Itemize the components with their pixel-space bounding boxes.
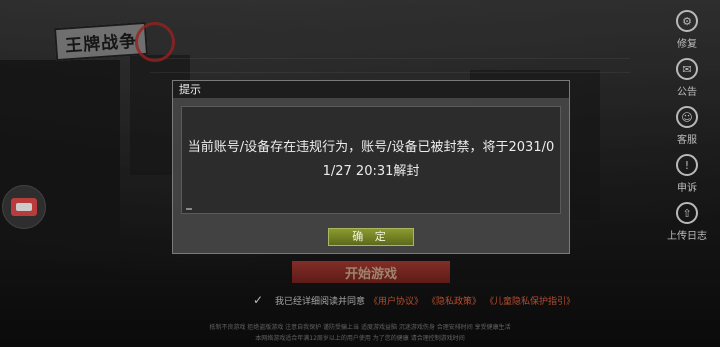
scroll-indicator [186, 208, 192, 210]
dialog-message: 当前账号/设备存在违规行为，账号/设备已被封禁，将于2031/01/27 20:… [187, 140, 555, 179]
dialog-body: 当前账号/设备存在违规行为，账号/设备已被封禁，将于2031/01/27 20:… [181, 106, 561, 214]
ban-notice-dialog: 提示 当前账号/设备存在违规行为，账号/设备已被封禁，将于2031/01/27 … [172, 80, 570, 254]
confirm-button[interactable]: 确 定 [328, 228, 414, 246]
dialog-title: 提示 [173, 81, 569, 98]
